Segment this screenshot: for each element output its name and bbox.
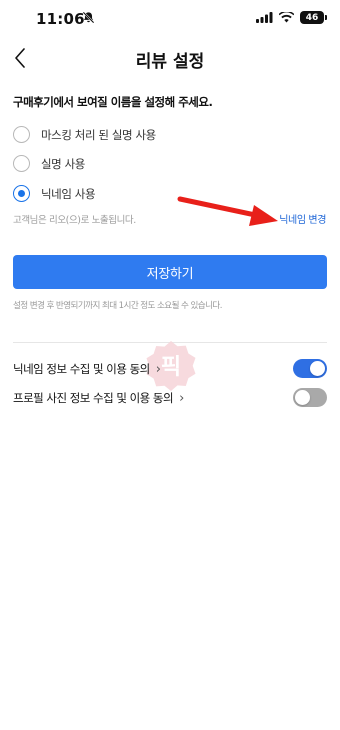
radio-button-selected[interactable]	[13, 185, 30, 202]
toggle-knob	[310, 361, 325, 376]
status-bar: 11:06 46	[0, 0, 340, 36]
radio-option-real-name[interactable]: 실명 사용	[13, 155, 85, 172]
wifi-icon	[279, 12, 294, 23]
status-time: 11:06	[36, 10, 85, 28]
chevron-right-icon[interactable]: ›	[179, 392, 184, 405]
radio-label: 닉네임 사용	[41, 186, 96, 201]
status-indicators: 46	[256, 11, 327, 24]
display-name-hint: 고객님은 리오(으)로 노출됩니다.	[13, 215, 136, 226]
radio-label: 마스킹 처리 된 실명 사용	[41, 127, 156, 142]
toggle-profile-photo-consent[interactable]	[293, 388, 327, 407]
radio-button[interactable]	[13, 126, 30, 143]
bell-slash-icon	[82, 11, 95, 24]
battery-icon: 46	[300, 11, 327, 24]
consent-label-profile-photo[interactable]: 프로필 사진 정보 수집 및 이용 동의	[13, 390, 174, 406]
instruction-text: 구매후기에서 보여질 이름을 설정해 주세요.	[13, 95, 213, 109]
radio-button[interactable]	[13, 155, 30, 172]
battery-level: 46	[305, 12, 319, 23]
radio-label: 실명 사용	[41, 156, 85, 171]
toggle-knob	[295, 390, 310, 405]
change-nickname-link[interactable]: 닉네임 변경	[279, 211, 326, 226]
toggle-nickname-consent[interactable]	[293, 359, 327, 378]
chevron-right-icon[interactable]: ›	[156, 363, 161, 376]
page-title: 리뷰 설정	[135, 52, 205, 72]
radio-option-masked-name[interactable]: 마스킹 처리 된 실명 사용	[13, 126, 156, 143]
update-notice: 설정 변경 후 반영되기까지 최대 1시간 정도 소요될 수 있습니다.	[13, 301, 222, 311]
radio-option-nickname[interactable]: 닉네임 사용	[13, 185, 96, 202]
consent-row-nickname: 닉네임 정보 수집 및 이용 동의 ›	[13, 358, 327, 380]
header: 리뷰 설정	[0, 40, 340, 76]
signal-icon	[256, 12, 273, 23]
save-button[interactable]: 저장하기	[13, 255, 327, 289]
red-arrow-annotation	[177, 196, 278, 226]
consent-label-nickname[interactable]: 닉네임 정보 수집 및 이용 동의	[13, 361, 150, 377]
consent-row-profile-photo: 프로필 사진 정보 수집 및 이용 동의 ›	[13, 387, 327, 409]
